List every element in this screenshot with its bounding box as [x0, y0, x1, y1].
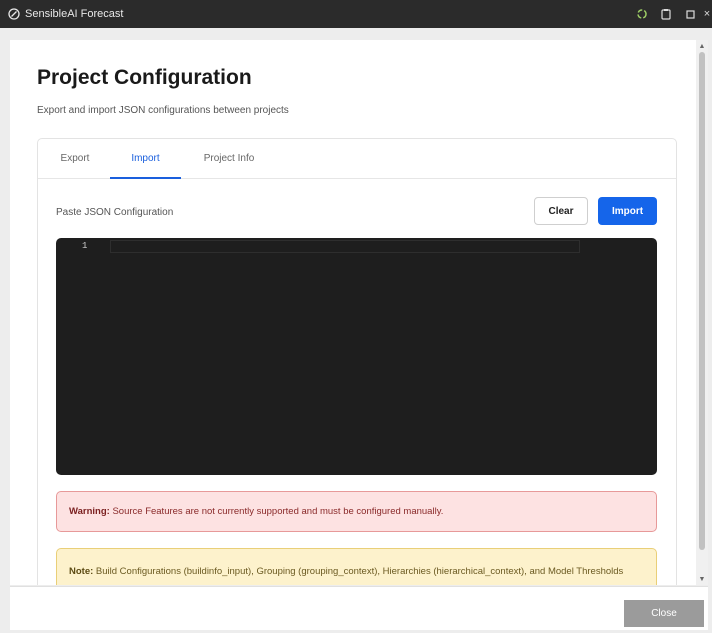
window-title: SensibleAI Forecast — [25, 8, 124, 20]
scroll-down-icon[interactable]: ▼ — [696, 573, 708, 585]
app-logo-icon — [8, 8, 20, 20]
json-editor[interactable]: 1 — [56, 238, 657, 475]
tab-import[interactable]: Import — [110, 139, 181, 179]
note-text: Build Configurations (buildinfo_input), … — [95, 566, 624, 577]
paste-json-label: Paste JSON Configuration — [56, 207, 174, 218]
dialog-content: Project Configuration Export and import … — [10, 40, 696, 585]
vertical-scrollbar[interactable]: ▲ ▼ — [696, 40, 708, 585]
tab-bar: Export Import Project Info — [38, 139, 676, 179]
config-card: Export Import Project Info Paste JSON Co… — [37, 138, 677, 585]
warning-alert: Warning: Source Features are not current… — [56, 491, 657, 532]
current-line-highlight — [110, 240, 580, 253]
clear-button[interactable]: Clear — [534, 197, 588, 225]
clipboard-icon[interactable] — [654, 0, 678, 28]
app-window: SensibleAI Forecast × Project Configurat… — [0, 0, 712, 633]
page-title: Project Configuration — [37, 66, 252, 89]
close-button[interactable]: Close — [624, 600, 704, 627]
warning-text: Source Features are not currently suppor… — [109, 506, 444, 517]
dialog-footer: Close — [10, 586, 708, 630]
tab-export[interactable]: Export — [48, 139, 102, 179]
import-button[interactable]: Import — [598, 197, 657, 225]
line-number: 1 — [82, 241, 88, 251]
title-bar: SensibleAI Forecast × — [0, 0, 712, 28]
tab-project-info[interactable]: Project Info — [190, 139, 268, 179]
close-window-icon[interactable]: × — [702, 0, 712, 28]
window-controls: × — [630, 0, 712, 28]
sync-icon[interactable] — [630, 0, 654, 28]
note-alert: Note: Build Configurations (buildinfo_in… — [56, 548, 657, 585]
note-prefix: Note: — [69, 566, 94, 577]
scroll-thumb[interactable] — [699, 52, 705, 550]
maximize-icon[interactable] — [678, 0, 702, 28]
warning-prefix: Warning: — [69, 506, 110, 517]
scroll-up-icon[interactable]: ▲ — [696, 40, 708, 52]
page-subtitle: Export and import JSON configurations be… — [37, 105, 289, 116]
